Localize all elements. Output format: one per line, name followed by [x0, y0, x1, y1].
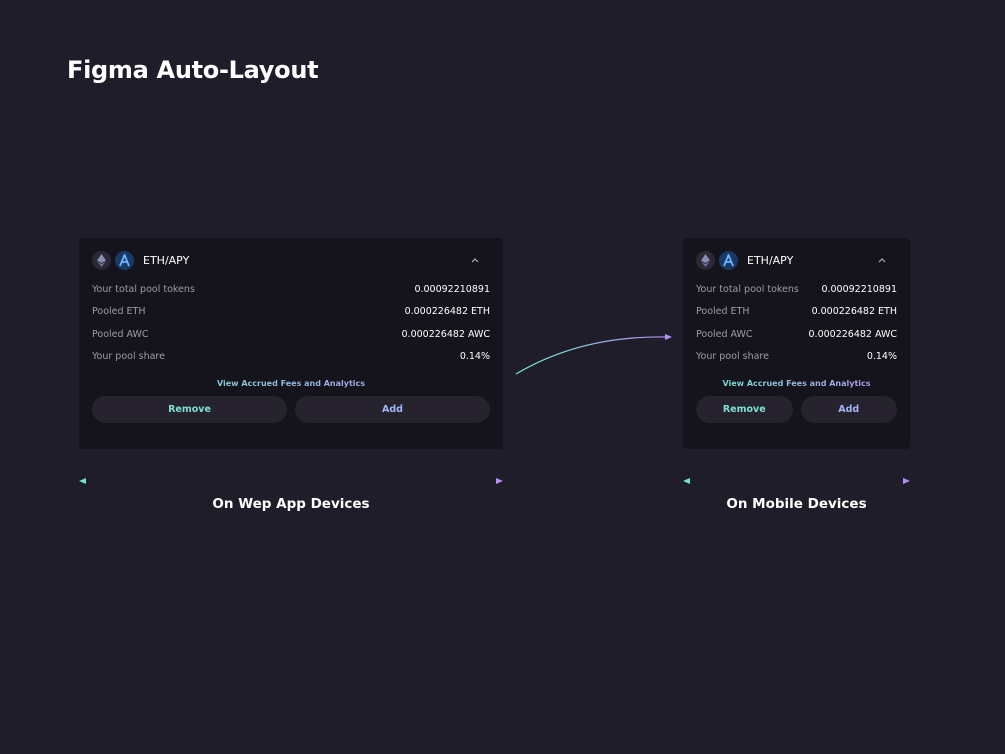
mobile-caption: On Mobile Devices: [726, 496, 867, 512]
curved-arrow: [515, 334, 672, 375]
web-caption: On Wep App Devices: [212, 496, 370, 512]
annotation-arrows: [79, 334, 910, 484]
web-width-arrow: [79, 478, 503, 484]
mobile-width-arrow: [683, 478, 910, 484]
